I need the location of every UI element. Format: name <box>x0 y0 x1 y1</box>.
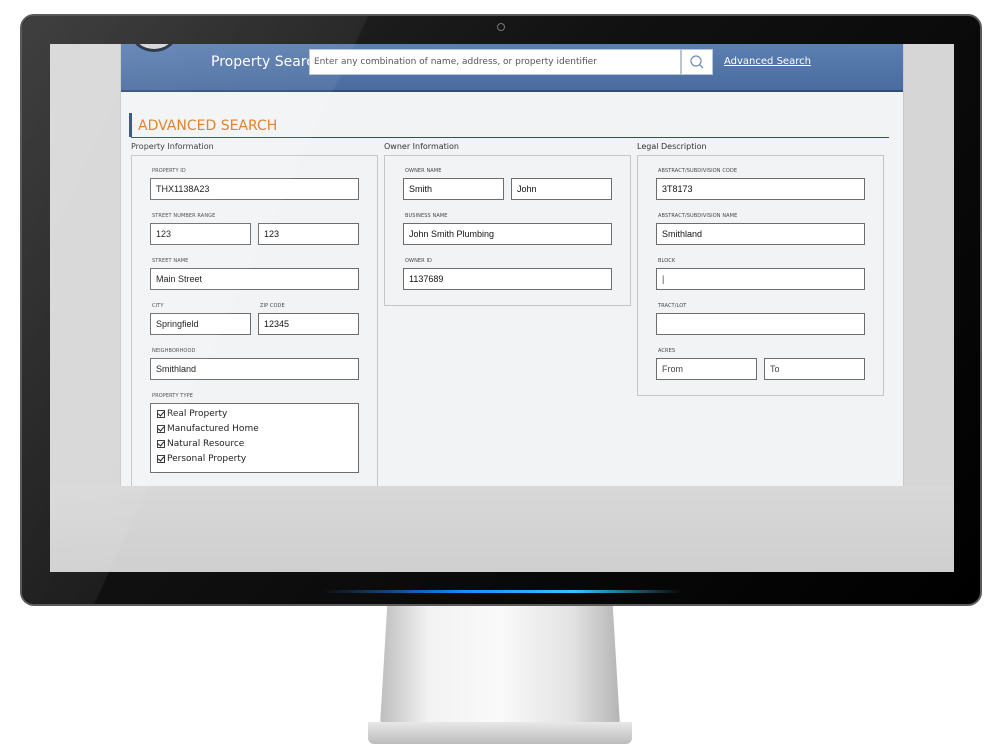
monitor-stand <box>380 606 620 726</box>
abstract-name-label: ABSTRACT/SUBDIVISION NAME <box>658 213 738 219</box>
tract-lot-field[interactable] <box>656 313 865 335</box>
checkbox-checked-icon[interactable] <box>157 440 165 448</box>
checkbox-label: Personal Property <box>167 454 247 464</box>
property-id-label: PROPERTY ID <box>152 168 186 174</box>
abstract-code-label: ABSTRACT/SUBDIVISION CODE <box>658 168 738 174</box>
owner-id-label: OWNER ID <box>405 258 432 264</box>
logo <box>131 44 177 52</box>
owner-info-heading: Owner Information <box>384 142 459 151</box>
checkbox-real-property[interactable]: Real Property <box>157 409 227 419</box>
abstract-name-field[interactable]: Smithland <box>656 223 865 245</box>
property-type-list: Real Property Manufactured Home Natural … <box>150 403 359 473</box>
business-name-label: BUSINESS NAME <box>405 213 448 219</box>
street-name-label: STREET NAME <box>152 258 189 264</box>
checkbox-label: Manufactured Home <box>167 424 259 434</box>
zip-code-field[interactable]: 12345 <box>258 313 359 335</box>
search-button[interactable] <box>681 49 713 75</box>
acres-from-field[interactable]: From <box>656 358 757 380</box>
property-search-label: Property Search <box>211 54 323 70</box>
web-page: Property Search Enter any combination of… <box>120 44 904 495</box>
checkbox-natural-resource[interactable]: Natural Resource <box>157 439 244 449</box>
owner-last-name-field[interactable]: Smith <box>403 178 504 200</box>
checkbox-label: Real Property <box>167 409 228 419</box>
checkbox-checked-icon[interactable] <box>157 455 165 463</box>
owner-info-panel: OWNER NAME Smith John BUSINESS NAME John… <box>384 155 631 306</box>
legal-description-heading: Legal Description <box>637 142 707 151</box>
abstract-code-field[interactable]: 3T8173 <box>656 178 865 200</box>
checkbox-personal-property[interactable]: Personal Property <box>157 454 246 464</box>
street-name-field[interactable]: Main Street <box>150 268 359 290</box>
block-field[interactable]: | <box>656 268 865 290</box>
owner-first-name-field[interactable]: John <box>511 178 612 200</box>
city-field[interactable]: Springfield <box>150 313 251 335</box>
site-header: Property Search Enter any combination of… <box>121 44 903 92</box>
property-info-panel: PROPERTY ID THX1138A23 STREET NUMBER RAN… <box>131 155 378 495</box>
block-label: BLOCK <box>658 258 676 264</box>
property-type-label: PROPERTY TYPE <box>152 393 193 399</box>
business-name-field[interactable]: John Smith Plumbing <box>403 223 612 245</box>
owner-name-label: OWNER NAME <box>405 168 442 174</box>
zip-code-label: ZIP CODE <box>260 303 285 309</box>
monitor-light-bar <box>322 590 682 593</box>
search-icon <box>690 55 704 69</box>
monitor-frame: Property Search Enter any combination of… <box>20 14 982 606</box>
checkbox-label: Natural Resource <box>167 439 245 449</box>
tract-lot-label: TRACT/LOT <box>658 303 687 309</box>
title-divider <box>131 137 889 138</box>
acres-label: ACRES <box>658 348 676 354</box>
owner-id-field[interactable]: 1137689 <box>403 268 612 290</box>
camera-dot <box>497 23 505 31</box>
neighborhood-field[interactable]: Smithland <box>150 358 359 380</box>
property-id-field[interactable]: THX1138A23 <box>150 178 359 200</box>
section-title: ADVANCED SEARCH <box>129 113 277 137</box>
legal-description-panel: ABSTRACT/SUBDIVISION CODE 3T8173 ABSTRAC… <box>637 155 884 396</box>
advanced-search-link[interactable]: Advanced Search <box>724 56 811 67</box>
checkbox-checked-icon[interactable] <box>157 410 165 418</box>
neighborhood-label: NEIGHBORHOOD <box>152 348 196 354</box>
acres-to-field[interactable]: To <box>764 358 865 380</box>
street-number-label: STREET NUMBER RANGE <box>152 213 216 219</box>
street-number-from-field[interactable]: 123 <box>150 223 251 245</box>
checkbox-manufactured-home[interactable]: Manufactured Home <box>157 424 259 434</box>
property-info-heading: Property Information <box>131 142 214 151</box>
search-input[interactable]: Enter any combination of name, address, … <box>309 49 681 75</box>
screen: Property Search Enter any combination of… <box>50 44 954 572</box>
street-number-to-field[interactable]: 123 <box>258 223 359 245</box>
monitor-base <box>368 722 632 744</box>
checkbox-checked-icon[interactable] <box>157 425 165 433</box>
screen-lower-area <box>50 486 954 572</box>
city-label: CITY <box>152 303 164 309</box>
